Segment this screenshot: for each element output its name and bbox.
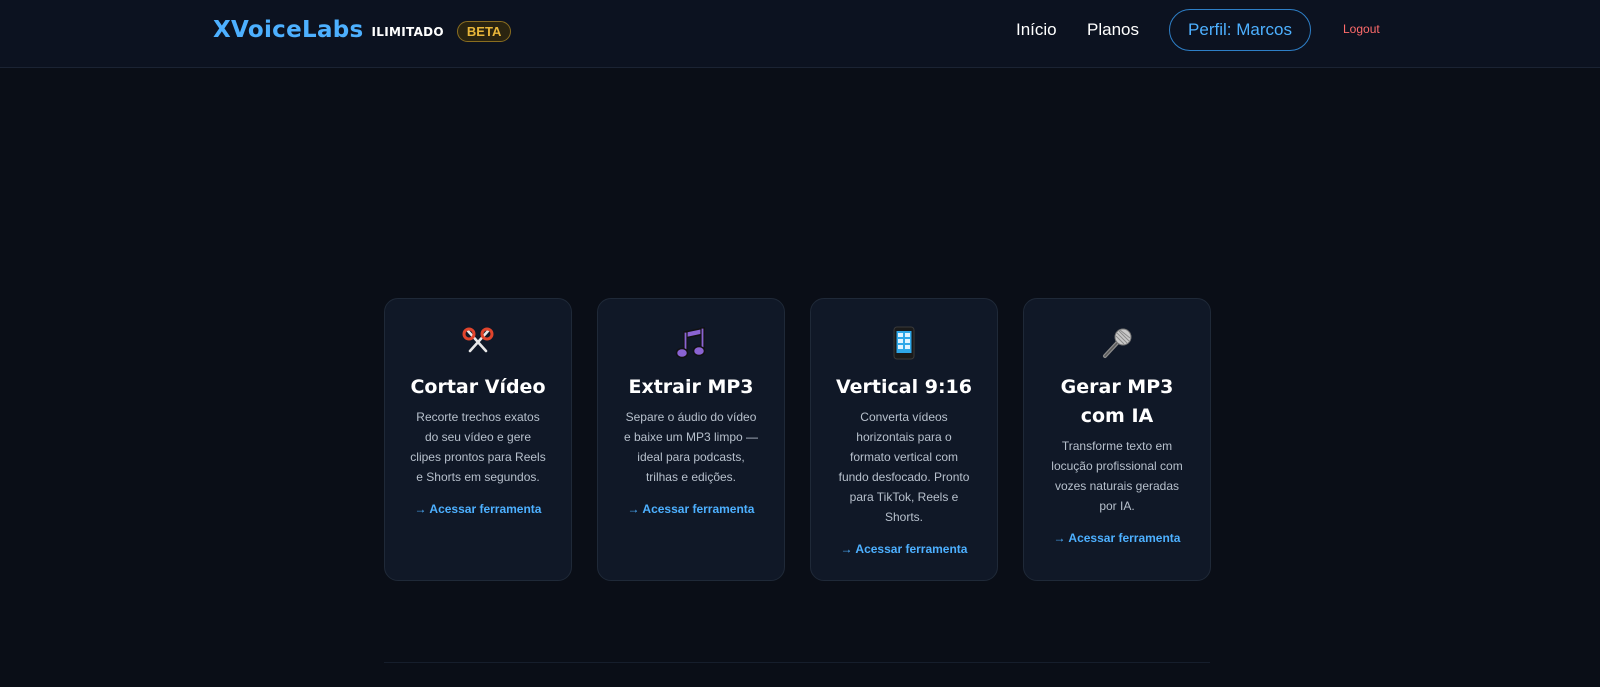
card-title: Gerar MP3 com IA (1060, 376, 1174, 427)
nav-link-planos[interactable]: Planos (1087, 20, 1139, 40)
card-description: Transforme texto em locução profissional… (1051, 439, 1183, 513)
card-access-link[interactable]: → Acessar ferramenta (415, 502, 542, 516)
footer-divider (384, 662, 1210, 663)
card-access-link[interactable]: → Acessar ferramenta (841, 542, 968, 556)
top-navbar: XVoiceLabs ILIMITADO BETA Início Planos … (0, 0, 1600, 68)
card-title: Extrair MP3 (628, 376, 754, 398)
card-access-link[interactable]: → Acessar ferramenta (1054, 531, 1181, 545)
profile-button[interactable]: Perfil: Marcos (1169, 9, 1311, 51)
tool-card-gerar-mp3-ia[interactable]: Gerar MP3 com IA Transforme texto em loc… (1023, 298, 1211, 581)
microphone-icon (1099, 325, 1135, 361)
brand-tag: ILIMITADO (371, 24, 444, 39)
card-description: Recorte trechos exatos do seu vídeo e ge… (410, 410, 546, 484)
brand[interactable]: XVoiceLabs ILIMITADO BETA (213, 17, 512, 43)
tool-cards: Cortar Vídeo Recorte trechos exatos do s… (384, 298, 1211, 581)
mobile-phone-icon (886, 325, 922, 361)
beta-badge: BETA (456, 21, 512, 42)
tool-card-cortar-video[interactable]: Cortar Vídeo Recorte trechos exatos do s… (384, 298, 572, 581)
card-access-link[interactable]: → Acessar ferramenta (628, 502, 755, 516)
card-description: Separe o áudio do vídeo e baixe um MP3 l… (623, 410, 759, 484)
scissors-icon (460, 325, 496, 361)
tool-card-extrair-mp3[interactable]: Extrair MP3 Separe o áudio do vídeo e ba… (597, 298, 785, 581)
nav-link-inicio[interactable]: Início (1016, 20, 1057, 40)
card-title: Vertical 9:16 (836, 376, 972, 398)
tool-card-vertical-9-16[interactable]: Vertical 9:16 Converta vídeos horizontai… (810, 298, 998, 581)
logout-link[interactable]: Logout (1343, 22, 1380, 36)
card-title: Cortar Vídeo (410, 376, 546, 398)
card-description: Converta vídeos horizontais para o forma… (838, 410, 970, 524)
brand-name[interactable]: XVoiceLabs (213, 17, 364, 43)
music-note-icon (673, 325, 709, 361)
